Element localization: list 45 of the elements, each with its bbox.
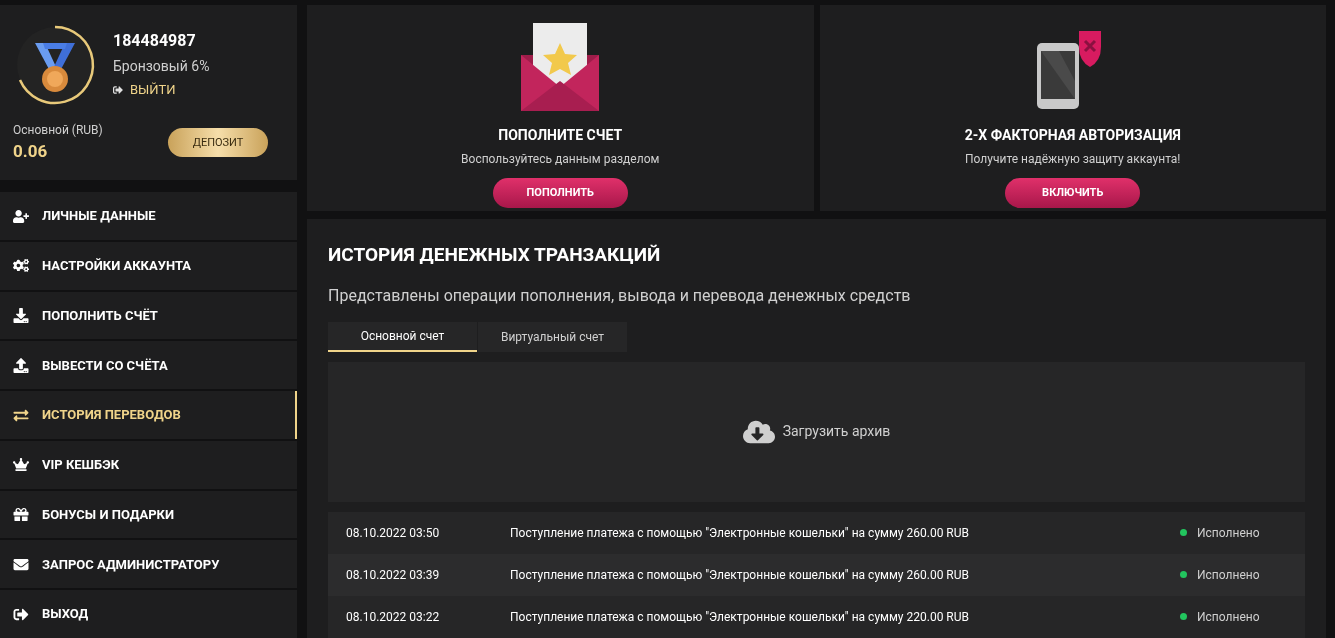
status-cell-text: Исполнено (1197, 608, 1261, 626)
description-cell-text: Поступление платежа с помощью "Электронные кошельки" на сумму 220.00 RUB (510, 608, 971, 626)
menu-item[interactable]: ВЫВЕСТИ СО СЧЁТА (0, 341, 297, 390)
menu-item[interactable]: ПОПОЛНИТЬ СЧЁТ (0, 291, 297, 340)
promo-text: Получите надёжную защиту аккаунта! (965, 151, 1181, 168)
menu-item[interactable]: VIP КЕШБЭК (0, 440, 297, 489)
download-icon (13, 308, 29, 324)
gift-icon (13, 507, 29, 523)
status-cell-text: Исполнено (1197, 566, 1261, 584)
menu-item[interactable]: ИСТОРИЯ ПЕРЕВОДОВ (0, 391, 297, 439)
history-subtitle: Представлены операции пополнения, вывода и перевода денежных средств (328, 284, 912, 307)
crown-icon (13, 457, 29, 473)
gears-icon (13, 258, 29, 274)
balance-label: Основной (RUB) (13, 122, 103, 139)
menu-item[interactable]: ЛИЧНЫЕ ДАННЫЕ (0, 192, 297, 240)
logout-link[interactable]: ВЫЙТИ (113, 80, 210, 100)
status-cell-text: Исполнено (1197, 524, 1261, 542)
description-cell-text: Поступление платежа с помощью "Электронные кошельки" на сумму 260.00 RUB (510, 524, 971, 542)
balance-amount: 0.06 (13, 140, 49, 163)
deposit-button[interactable]: ДЕПОЗИТ (168, 128, 268, 158)
promo-text: Воспользуйтесь данным разделом (461, 151, 660, 168)
menu-item[interactable]: БОНУСЫ И ПОДАРКИ (0, 490, 297, 539)
archive-button[interactable]: Загрузить архив (742, 415, 891, 448)
account-tab[interactable]: Виртуальный счет (478, 321, 627, 352)
rank-label: Бронзовый 6% (113, 57, 210, 76)
date-cell-text: 08.10.2022 03:22 (346, 608, 441, 626)
promo-button[interactable]: ВКЛЮЧИТЬ (1005, 178, 1141, 208)
description-cell-text: Поступление платежа с помощью "Электронные кошельки" на сумму 260.00 RUB (510, 566, 971, 584)
menu-item[interactable]: ВЫХОД (0, 590, 297, 638)
account-tab[interactable]: Основной счет (328, 321, 477, 352)
promo-title: 2-Х ФАКТОРНАЯ АВТОРИЗАЦИЯ (964, 126, 1181, 145)
upload-icon (13, 357, 29, 373)
exit-icon (13, 606, 29, 622)
history-title: ИСТОРИЯ ДЕНЕЖНЫХ ТРАНЗАКЦИЙ (328, 242, 662, 268)
date-cell-text: 08.10.2022 03:39 (346, 566, 441, 584)
user-id: 184484987 (113, 30, 197, 52)
menu-item[interactable]: НАСТРОЙКИ АККАУНТА (0, 241, 297, 290)
promo-button[interactable]: ПОПОЛНИТЬ (492, 178, 628, 208)
promo-title: ПОПОЛНИТЕ СЧЕТ (498, 126, 623, 145)
menu-item[interactable]: ЗАПРОС АДМИНИСТРАТОРУ (0, 540, 297, 589)
arrows-icon (13, 407, 29, 423)
date-cell-text: 08.10.2022 03:50 (346, 524, 441, 542)
envelope-icon (13, 556, 29, 572)
user-plus-icon (13, 208, 29, 224)
exit-icon (113, 84, 123, 95)
